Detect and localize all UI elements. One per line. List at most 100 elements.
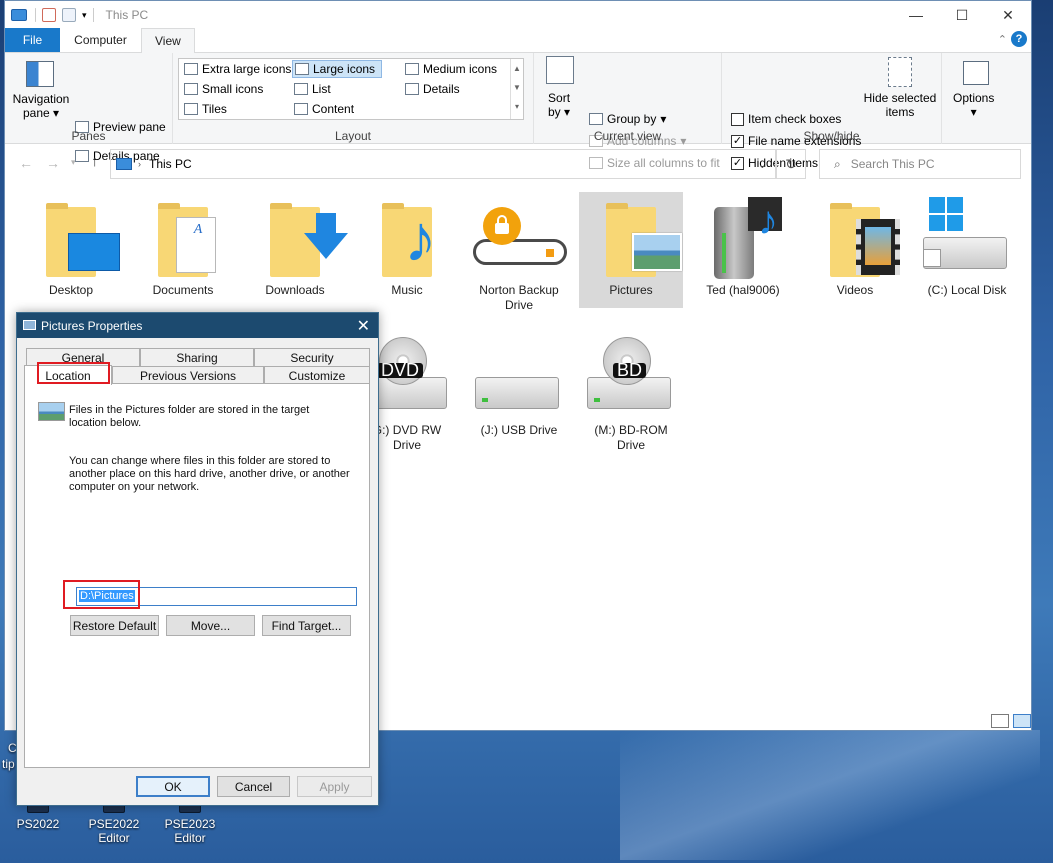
group-show-hide: Item check boxes ✓ File name extensions ✓… — [722, 53, 942, 170]
item-label: Ted (hal9006) — [706, 283, 780, 297]
layout-list[interactable]: List — [294, 82, 331, 96]
drive-m-bd-rom[interactable]: BD (M:) BD-ROM Drive — [579, 337, 683, 453]
folder-music[interactable]: ♪ Music — [355, 197, 459, 298]
large-icons-view-icon[interactable] — [1013, 714, 1031, 728]
folder-downloads[interactable]: Downloads — [243, 197, 348, 298]
options-button[interactable]: Options ▾ — [953, 91, 994, 119]
layout-details[interactable]: Details — [405, 82, 460, 96]
item-check-boxes-toggle[interactable]: Item check boxes — [731, 112, 841, 126]
group-label-layout: Layout — [334, 129, 372, 143]
wallpaper-lightning — [620, 730, 1040, 860]
navigation-pane-label: Navigation — [12, 92, 70, 106]
chevron-down-icon: ▾ — [970, 105, 977, 119]
sort-by-icon — [546, 56, 574, 84]
move-button[interactable]: Move... — [166, 615, 255, 636]
details-view-icon[interactable] — [991, 714, 1009, 728]
hide-selected-items-button[interactable]: Hide selected items — [864, 91, 937, 119]
navigation-pane-icon — [26, 61, 54, 87]
up-arrow-icon[interactable]: ↑ — [91, 153, 99, 170]
tab-security[interactable]: Security — [254, 348, 370, 366]
tab-file[interactable]: File — [5, 28, 60, 52]
restore-default-button[interactable]: Restore Default — [70, 615, 159, 636]
desktop-icon-label-line2: Editor — [174, 831, 206, 845]
desktop-screen-icon — [68, 233, 120, 271]
refresh-button[interactable]: ↻ — [776, 149, 806, 179]
tab-customize[interactable]: Customize — [264, 366, 370, 384]
tab-previous-versions[interactable]: Previous Versions — [112, 366, 264, 384]
layout-content[interactable]: Content — [294, 102, 354, 116]
sort-label2: by ▾ — [548, 105, 571, 119]
details-icon — [405, 83, 419, 95]
music-note-icon: ♪ — [404, 201, 437, 275]
layout-large-icons[interactable]: Large icons — [292, 60, 383, 78]
group-by-button[interactable]: Group by ▾ — [589, 112, 666, 126]
recent-locations-icon[interactable]: ▾ — [71, 157, 76, 168]
tab-sharing[interactable]: Sharing — [140, 348, 254, 366]
group-label-current-view: Current view — [593, 129, 662, 143]
item-check-boxes-checkbox[interactable] — [731, 112, 744, 126]
folder-pictures[interactable]: Pictures — [579, 192, 683, 308]
navigation-pane-button[interactable]: Navigation pane ▾ — [12, 92, 70, 120]
properties-quick-icon[interactable] — [42, 8, 56, 22]
item-label: (J:) USB Drive — [480, 423, 558, 437]
address-bar[interactable]: › This PC ⌄ — [110, 149, 776, 179]
layout-tiles[interactable]: Tiles — [184, 102, 227, 116]
help-icon[interactable]: ? — [1011, 31, 1027, 47]
windows-logo-icon — [929, 197, 963, 231]
drive-c-local-disk[interactable]: (C:) Local Disk — [915, 197, 1019, 298]
desktop-cut-text-2: tip — [2, 757, 15, 771]
close-button[interactable]: ✕ — [985, 1, 1031, 29]
group-panes: Navigation pane ▾ Preview pane Details p… — [5, 53, 173, 163]
drive-norton-backup[interactable]: Norton Backup Drive — [467, 197, 571, 313]
hide-selected-items-icon — [888, 57, 912, 87]
folder-desktop[interactable]: Desktop — [19, 197, 123, 298]
group-current-view: Sort by ▾ Group by ▾ Add columns ▾ Size al… — [534, 53, 722, 170]
tab-view[interactable]: View — [141, 28, 195, 53]
tab-computer[interactable]: Computer — [60, 28, 141, 52]
search-box[interactable]: ⌕ Search This PC — [819, 149, 1021, 179]
customize-quick-access-icon[interactable]: ▾ — [82, 10, 87, 21]
desktop-icon-pse2023-editor[interactable]: PSE2023 Editor — [155, 801, 225, 845]
new-folder-quick-icon[interactable] — [62, 8, 76, 22]
options-icon — [963, 61, 989, 85]
shared-users-icon — [923, 249, 941, 267]
small-icons-icon — [184, 83, 198, 95]
network-ted-hal9006[interactable]: ♪ Ted (hal9006) — [691, 197, 795, 298]
cancel-button[interactable]: Cancel — [217, 776, 290, 797]
layout-option-label: Extra large icons — [202, 62, 292, 76]
layout-small-icons[interactable]: Small icons — [184, 82, 263, 96]
layout-medium-icons[interactable]: Medium icons — [405, 62, 497, 76]
item-label: Norton Backup Drive — [479, 283, 559, 312]
search-placeholder: Search This PC — [850, 157, 935, 171]
layout-gallery: Extra large icons Large icons Medium ico… — [178, 58, 524, 120]
group-label-show-hide: Show/hide — [803, 129, 860, 143]
desktop-icon-pse2022-editor[interactable]: PSE2022 Editor — [79, 801, 149, 845]
desktop-icon-label-line2: Editor — [98, 831, 130, 845]
find-target-button[interactable]: Find Target... — [262, 615, 351, 636]
drive-j-usb[interactable]: (J:) USB Drive — [467, 337, 571, 438]
ok-button[interactable]: OK — [136, 776, 210, 797]
folder-documents[interactable]: A Documents — [131, 197, 235, 298]
layout-gallery-scroll[interactable]: ▲ ▼ ▾ — [510, 59, 523, 119]
dialog-close-icon[interactable]: ✕ — [357, 316, 370, 336]
breadcrumb-chevron-icon[interactable]: › — [138, 159, 141, 169]
extra-large-icons-icon — [184, 63, 198, 75]
maximize-button[interactable]: ☐ — [939, 1, 985, 29]
item-check-boxes-label: Item check boxes — [748, 112, 842, 126]
collapse-ribbon-icon[interactable]: ⌃ — [998, 33, 1007, 46]
this-pc-icon — [11, 9, 27, 21]
folder-videos[interactable]: Videos — [803, 197, 907, 298]
group-options: Options ▾ — [942, 53, 1009, 144]
desktop-icon-label: PS2022 — [16, 817, 60, 831]
apply-button[interactable]: Apply — [297, 776, 372, 797]
sort-by-button[interactable]: Sort by ▾ — [548, 91, 570, 119]
dialog-title-bar: Pictures Properties ✕ — [17, 313, 378, 338]
group-label-panes: Panes — [71, 129, 106, 143]
forward-arrow-icon[interactable]: → — [46, 155, 60, 171]
breadcrumb-this-pc[interactable]: This PC — [149, 157, 192, 171]
back-arrow-icon[interactable]: ← — [19, 155, 33, 171]
layout-extra-large-icons[interactable]: Extra large icons — [184, 62, 291, 76]
minimize-button[interactable]: — — [893, 1, 939, 29]
address-dropdown-icon[interactable]: ⌄ — [758, 158, 767, 171]
download-arrow-icon — [304, 233, 348, 259]
